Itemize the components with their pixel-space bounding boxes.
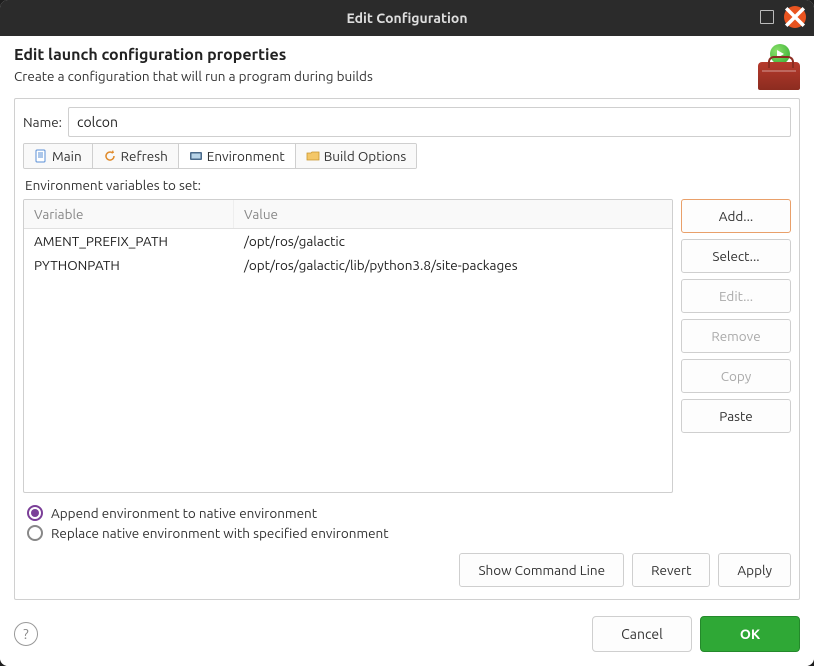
radio-icon — [27, 505, 43, 521]
dialog-content: Edit launch configuration properties Cre… — [0, 36, 814, 666]
env-table[interactable]: Variable Value AMENT_PREFIX_PATH /opt/ro… — [23, 199, 673, 493]
tabs: Main Refresh Environment — [23, 143, 417, 169]
env-area: Variable Value AMENT_PREFIX_PATH /opt/ro… — [23, 199, 791, 493]
tab-label: Build Options — [324, 148, 407, 164]
cell-variable: AMENT_PREFIX_PATH — [24, 229, 234, 253]
table-body: AMENT_PREFIX_PATH /opt/ros/galactic PYTH… — [24, 229, 672, 492]
dialog-window: Edit Configuration Edit launch configura… — [0, 0, 814, 666]
tab-environment[interactable]: Environment — [179, 144, 296, 168]
env-buttons: Add... Select... Edit... Remove Copy Pas… — [681, 199, 791, 493]
close-icon[interactable] — [784, 6, 806, 28]
footer-buttons: Cancel OK — [592, 616, 800, 652]
copy-button[interactable]: Copy — [681, 359, 791, 393]
apply-button[interactable]: Apply — [718, 553, 791, 587]
tab-refresh[interactable]: Refresh — [93, 144, 179, 168]
page-subtitle: Create a configuration that will run a p… — [14, 68, 373, 84]
cell-value: /opt/ros/galactic/lib/python3.8/site-pac… — [234, 253, 672, 277]
cell-value: /opt/ros/galactic — [234, 229, 672, 253]
col-variable[interactable]: Variable — [24, 200, 234, 228]
select-button[interactable]: Select... — [681, 239, 791, 273]
paste-button[interactable]: Paste — [681, 399, 791, 433]
cell-variable: PYTHONPATH — [24, 253, 234, 277]
tab-main[interactable]: Main — [24, 144, 93, 168]
edit-button[interactable]: Edit... — [681, 279, 791, 313]
env-section-label: Environment variables to set: — [23, 175, 791, 193]
radio-label: Append environment to native environment — [51, 505, 317, 521]
environment-icon — [189, 149, 203, 163]
table-row[interactable]: AMENT_PREFIX_PATH /opt/ros/galactic — [24, 229, 672, 253]
radio-label: Replace native environment with specifie… — [51, 525, 389, 541]
window-controls — [760, 6, 806, 28]
name-label: Name: — [23, 114, 62, 130]
tab-label: Refresh — [121, 148, 168, 164]
name-row: Name: — [23, 107, 791, 137]
table-row[interactable]: PYTHONPATH /opt/ros/galactic/lib/python3… — [24, 253, 672, 277]
maximize-icon[interactable] — [760, 10, 774, 24]
toolbox-icon — [758, 62, 800, 90]
page-title: Edit launch configuration properties — [14, 46, 373, 64]
document-icon — [34, 149, 48, 163]
tab-label: Environment — [207, 148, 285, 164]
header: Edit launch configuration properties Cre… — [14, 46, 800, 90]
radio-replace[interactable]: Replace native environment with specifie… — [27, 525, 787, 541]
refresh-icon — [103, 149, 117, 163]
footer: ? Cancel OK — [14, 608, 800, 652]
titlebar: Edit Configuration — [0, 0, 814, 36]
tab-label: Main — [52, 148, 82, 164]
radio-append[interactable]: Append environment to native environment — [27, 505, 787, 521]
help-icon[interactable]: ? — [14, 622, 38, 646]
ok-button[interactable]: OK — [700, 616, 800, 652]
window-title: Edit Configuration — [8, 10, 806, 26]
show-command-line-button[interactable]: Show Command Line — [459, 553, 624, 587]
remove-button[interactable]: Remove — [681, 319, 791, 353]
name-input[interactable] — [68, 107, 791, 137]
env-mode-radios: Append environment to native environment… — [23, 499, 791, 541]
cancel-button[interactable]: Cancel — [592, 616, 692, 652]
main-panel: Name: Main Refresh — [14, 98, 800, 600]
col-value[interactable]: Value — [234, 200, 672, 228]
tab-build-options[interactable]: Build Options — [296, 144, 417, 168]
action-row: Show Command Line Revert Apply — [23, 547, 791, 587]
add-button[interactable]: Add... — [681, 199, 791, 233]
table-header: Variable Value — [24, 200, 672, 229]
revert-button[interactable]: Revert — [632, 553, 710, 587]
folder-icon — [306, 149, 320, 163]
radio-icon — [27, 525, 43, 541]
header-text: Edit launch configuration properties Cre… — [14, 46, 373, 84]
header-icon — [748, 46, 800, 90]
